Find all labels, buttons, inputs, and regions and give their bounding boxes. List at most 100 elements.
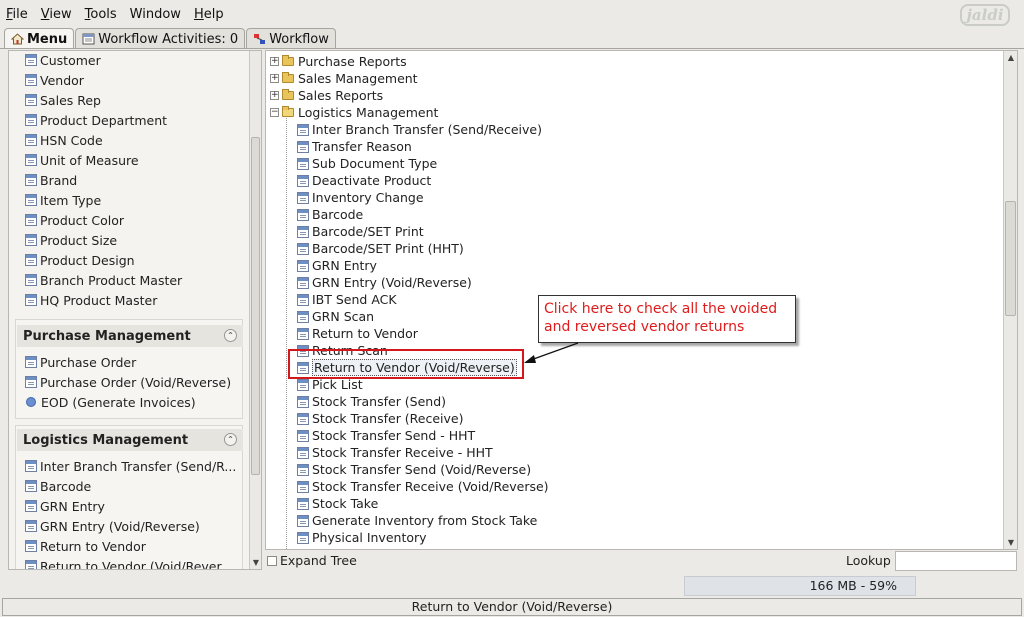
- menu-tools[interactable]: Tools: [85, 7, 117, 22]
- tree-folder-purchase-reports[interactable]: + Purchase Reports: [270, 53, 407, 70]
- tree-item[interactable]: Sub Document Type: [297, 155, 437, 172]
- tree-panel: + Purchase Reports + Sales Management + Sal…: [265, 50, 1018, 550]
- document-icon: [25, 174, 37, 186]
- menu-item-inter-branch-transfer[interactable]: Inter Branch Transfer (Send/R...: [25, 457, 236, 475]
- document-icon: [25, 234, 37, 246]
- document-icon: [25, 520, 37, 532]
- document-icon: [297, 242, 309, 255]
- tree-item[interactable]: Stock Transfer (Receive): [297, 410, 464, 427]
- collapse-icon[interactable]: ⌃: [224, 433, 237, 446]
- menu-item-return-to-vendor[interactable]: Return to Vendor: [25, 537, 146, 555]
- menu-item-hsn-code[interactable]: HSN Code: [25, 131, 103, 149]
- logistics-management-header[interactable]: Logistics Management ⌃: [17, 429, 243, 451]
- tree-scrollbar-thumb[interactable]: [1005, 201, 1016, 316]
- tab-workflow-activities-label: Workflow Activities: 0: [98, 31, 239, 47]
- menu-window[interactable]: Window: [130, 7, 181, 22]
- left-menu-content: Customer Vendor Sales Rep Product Depart…: [9, 51, 249, 569]
- tab-menu[interactable]: Menu: [4, 28, 75, 49]
- callout-line-2: and reversed vendor returns: [544, 319, 745, 335]
- folder-icon: [282, 55, 294, 66]
- menu-item-eod-generate-invoices[interactable]: EOD (Generate Invoices): [25, 393, 196, 411]
- document-icon: [297, 497, 309, 510]
- menu-file[interactable]: File: [6, 7, 28, 22]
- left-scrollbar-thumb[interactable]: [251, 137, 260, 475]
- tree-item[interactable]: Inter Branch Transfer (Send/Receive): [297, 121, 542, 138]
- document-icon: [297, 480, 309, 493]
- tree-item[interactable]: Transfer Reason: [297, 138, 412, 155]
- tree-item[interactable]: GRN Entry: [297, 257, 377, 274]
- tree-item[interactable]: Inventory Change: [297, 189, 424, 206]
- tree-item[interactable]: Physical Inventory: [297, 529, 427, 546]
- menu-item-hq-product-master[interactable]: HQ Product Master: [25, 291, 157, 309]
- menu-item-sales-rep[interactable]: Sales Rep: [25, 91, 101, 109]
- tree-item[interactable]: Stock Transfer Send - HHT: [297, 427, 475, 444]
- tree-item[interactable]: Stock Transfer Receive - HHT: [297, 444, 493, 461]
- menu-item-customer[interactable]: Customer: [25, 51, 101, 69]
- expand-icon[interactable]: +: [270, 57, 279, 66]
- memory-usage[interactable]: 166 MB - 59%: [684, 576, 916, 596]
- tree-folder-sales-management[interactable]: + Sales Management: [270, 70, 418, 87]
- tree-folder-logistics-management[interactable]: − Logistics Management: [270, 104, 438, 121]
- scroll-down-icon[interactable]: ▼: [1004, 538, 1017, 547]
- menu-help[interactable]: Help: [194, 7, 224, 22]
- globe-icon: [26, 397, 36, 407]
- tree-folder-sales-reports[interactable]: + Sales Reports: [270, 87, 383, 104]
- document-icon: [297, 327, 309, 340]
- menu-item-product-color[interactable]: Product Color: [25, 211, 124, 229]
- app-logo: jaldi: [960, 4, 1010, 26]
- tree-item[interactable]: Deactivate Product: [297, 172, 431, 189]
- menu-item-grn-entry-void[interactable]: GRN Entry (Void/Reverse): [25, 517, 200, 535]
- tree-item[interactable]: Barcode/SET Print (HHT): [297, 240, 464, 257]
- menu-item-product-size[interactable]: Product Size: [25, 231, 117, 249]
- menu-item-product-department[interactable]: Product Department: [25, 111, 167, 129]
- highlight-box: [288, 349, 524, 379]
- expand-icon[interactable]: +: [270, 74, 279, 83]
- menu-view[interactable]: View: [41, 7, 72, 22]
- menu-item-brand[interactable]: Brand: [25, 171, 77, 189]
- collapse-icon[interactable]: ⌃: [224, 329, 237, 342]
- document-icon: [25, 460, 37, 472]
- left-scrollbar[interactable]: ▼: [249, 51, 261, 569]
- tree-item[interactable]: Return to Vendor: [297, 325, 418, 342]
- tab-workflow[interactable]: Workflow: [246, 28, 336, 49]
- document-icon: [297, 514, 309, 527]
- scroll-down-icon[interactable]: ▼: [250, 558, 261, 567]
- document-icon: [25, 114, 37, 126]
- collapse-tree-icon[interactable]: −: [270, 108, 279, 117]
- tree-item[interactable]: Stock Take: [297, 495, 378, 512]
- menu-item-product-design[interactable]: Product Design: [25, 251, 135, 269]
- document-icon: [297, 259, 309, 272]
- menu-item-barcode[interactable]: Barcode: [25, 477, 91, 495]
- tree-item[interactable]: GRN Scan: [297, 308, 374, 325]
- document-icon: [25, 500, 37, 512]
- document-icon: [297, 531, 309, 544]
- expand-tree-toggle[interactable]: Expand Tree: [267, 553, 357, 568]
- tree-item[interactable]: GRN Entry (Void/Reverse): [297, 274, 472, 291]
- tree-item[interactable]: Stock Transfer Send (Void/Reverse): [297, 461, 531, 478]
- tree-item[interactable]: Barcode/SET Print: [297, 223, 424, 240]
- tree-item[interactable]: Stock Transfer Receive (Void/Reverse): [297, 478, 549, 495]
- tree-item[interactable]: Barcode: [297, 206, 363, 223]
- menu-item-return-to-vendor-void[interactable]: Return to Vendor (Void/Rever...: [25, 557, 232, 569]
- tree-scrollbar[interactable]: ▲ ▼: [1003, 51, 1017, 549]
- menu-item-purchase-order-void[interactable]: Purchase Order (Void/Reverse): [25, 373, 231, 391]
- lookup-input[interactable]: [895, 551, 1017, 571]
- tab-workflow-activities[interactable]: Workflow Activities: 0: [75, 28, 246, 49]
- menu-item-vendor[interactable]: Vendor: [25, 71, 84, 89]
- menu-item-unit-of-measure[interactable]: Unit of Measure: [25, 151, 139, 169]
- menu-item-branch-product-master[interactable]: Branch Product Master: [25, 271, 182, 289]
- menu-item-grn-entry[interactable]: GRN Entry: [25, 497, 105, 515]
- expand-tree-checkbox[interactable]: [267, 555, 277, 566]
- expand-icon[interactable]: +: [270, 91, 279, 100]
- tree-item[interactable]: Generate Inventory from Stock Take: [297, 512, 537, 529]
- tree-item[interactable]: Stock Transfer (Send): [297, 393, 446, 410]
- menu-item-item-type[interactable]: Item Type: [25, 191, 101, 209]
- document-icon: [25, 560, 37, 569]
- scroll-up-icon[interactable]: ▲: [1004, 53, 1017, 62]
- purchase-management-header[interactable]: Purchase Management ⌃: [17, 325, 243, 347]
- folder-icon: [282, 89, 294, 100]
- menu-item-purchase-order[interactable]: Purchase Order: [25, 353, 136, 371]
- document-icon: [297, 157, 309, 170]
- workflow-icon: [253, 33, 266, 45]
- tree-item[interactable]: IBT Send ACK: [297, 291, 397, 308]
